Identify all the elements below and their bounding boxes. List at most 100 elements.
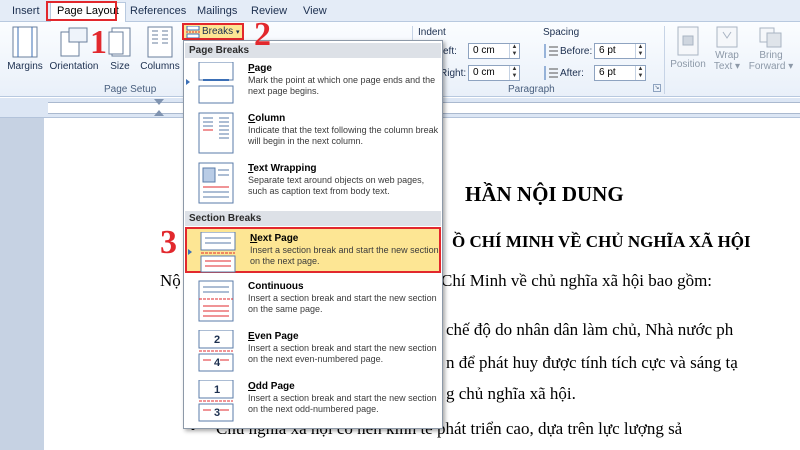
text-wrapping-icon bbox=[198, 162, 234, 204]
document-heading: HẦN NỘI DUNG bbox=[465, 182, 624, 206]
page-breaks-header: Page Breaks bbox=[185, 43, 441, 58]
bring-forward-label-1: Bring bbox=[759, 50, 783, 61]
document-line-1-start: Nộ bbox=[160, 271, 181, 290]
marker-icon bbox=[188, 249, 192, 255]
breaks-button[interactable]: Breaks ▾ bbox=[182, 23, 244, 40]
page-setup-group-label: Page Setup bbox=[104, 84, 157, 95]
orientation-icon bbox=[60, 27, 88, 57]
next-page-icon bbox=[200, 232, 236, 273]
menu-item-title: Column bbox=[248, 113, 286, 124]
menu-item-description: Insert a section break and start the new… bbox=[250, 245, 439, 266]
size-label: Size bbox=[110, 61, 130, 72]
chevron-down-icon: ▾ bbox=[236, 29, 240, 36]
indent-left-label: eft: bbox=[443, 46, 457, 57]
spinner-arrows-icon[interactable]: ▲ ▼ bbox=[635, 44, 645, 58]
step-number-2: 2 bbox=[254, 16, 271, 53]
wrap-text-button[interactable]: Wrap Text ▾ bbox=[710, 26, 744, 72]
ribbon-tab-bar: Insert Page Layout References Mailings R… bbox=[0, 0, 800, 22]
tab-view[interactable]: View bbox=[297, 3, 333, 21]
spacing-after-label: After: bbox=[560, 68, 584, 79]
tab-references[interactable]: References bbox=[124, 3, 192, 21]
margins-button[interactable]: Margins bbox=[6, 26, 44, 72]
wrap-text-label-2: Text bbox=[713, 61, 733, 72]
spinner-arrows-icon[interactable]: ▲ ▼ bbox=[635, 66, 645, 80]
spacing-before-icon bbox=[544, 44, 558, 58]
breaks-dropdown-menu: Page Breaks Page Mark the point at which… bbox=[183, 40, 443, 429]
menu-item-title: Odd Page bbox=[248, 381, 295, 392]
menu-item-title: Next Page bbox=[250, 233, 299, 244]
menu-item-column[interactable]: Column Indicate that the text following … bbox=[185, 109, 441, 157]
spinner-arrows-icon[interactable]: ▲ ▼ bbox=[509, 44, 519, 58]
step-number-3: 3 bbox=[160, 224, 177, 261]
menu-item-title: Continuous bbox=[248, 281, 304, 292]
columns-label: Columns bbox=[140, 61, 180, 72]
bring-forward-label-2: Forward bbox=[748, 61, 786, 72]
document-line-1: Chí Minh về chủ nghĩa xã hội bao gồm: bbox=[441, 271, 713, 290]
step-number-1: 1 bbox=[90, 24, 107, 61]
menu-item-title: Page bbox=[248, 63, 272, 74]
page-layout-highlight bbox=[46, 1, 117, 21]
size-icon bbox=[108, 27, 131, 57]
first-line-indent-marker-icon[interactable] bbox=[154, 99, 164, 105]
menu-item-description: Separate text around objects on web page… bbox=[248, 175, 425, 196]
document-subheading: Ồ CHÍ MINH VỀ CHỦ NGHĨA XÃ HỘI bbox=[452, 232, 751, 251]
svg-text:4: 4 bbox=[214, 357, 221, 369]
indent-left-value: 0 cm bbox=[473, 45, 495, 56]
wrap-text-label-1: Wrap bbox=[715, 50, 739, 61]
menu-item-title: Even Page bbox=[248, 331, 299, 342]
odd-page-icon: 1 3 bbox=[198, 380, 234, 422]
column-break-icon bbox=[198, 112, 234, 154]
columns-icon bbox=[147, 26, 173, 58]
menu-item-description: Insert a section break and start the new… bbox=[248, 343, 437, 364]
section-breaks-header: Section Breaks bbox=[185, 211, 441, 226]
spacing-before-label: Before: bbox=[560, 46, 593, 57]
svg-text:2: 2 bbox=[214, 334, 220, 346]
marker-icon bbox=[186, 79, 190, 85]
indent-label: Indent bbox=[418, 27, 446, 38]
size-button[interactable]: Size bbox=[104, 26, 136, 72]
bring-forward-button[interactable]: Bring Forward ▾ bbox=[746, 26, 796, 72]
tab-mailings[interactable]: Mailings bbox=[191, 3, 243, 21]
group-separator bbox=[664, 26, 665, 94]
position-button[interactable]: Position bbox=[668, 26, 708, 70]
menu-item-description: Mark the point at which one page ends an… bbox=[248, 75, 436, 96]
page-break-icon bbox=[198, 62, 234, 104]
spacing-after-value: 6 pt bbox=[599, 67, 616, 78]
menu-item-odd-page[interactable]: 1 3 Odd Page Insert a section break and … bbox=[185, 377, 441, 425]
menu-item-continuous[interactable]: Continuous Insert a section break and st… bbox=[185, 277, 441, 325]
tab-insert[interactable]: Insert bbox=[6, 3, 46, 21]
hanging-indent-marker-icon[interactable] bbox=[154, 110, 164, 116]
breaks-icon bbox=[186, 26, 200, 38]
indent-right-label: Right: bbox=[440, 68, 467, 79]
breaks-label: Breaks bbox=[202, 26, 234, 37]
position-icon bbox=[677, 26, 699, 56]
even-page-icon: 2 4 bbox=[198, 330, 234, 372]
spacing-label: Spacing bbox=[543, 27, 580, 38]
bring-forward-icon bbox=[759, 27, 782, 48]
spacing-before-field[interactable]: 6 pt ▲ ▼ bbox=[594, 43, 646, 59]
menu-item-next-page[interactable]: Next Page Insert a section break and sta… bbox=[185, 227, 441, 273]
spacing-after-field[interactable]: 6 pt ▲ ▼ bbox=[594, 65, 646, 81]
paragraph-group-label: Paragraph bbox=[508, 84, 555, 95]
menu-item-description: Insert a section break and start the new… bbox=[248, 293, 437, 314]
spacing-after-icon bbox=[544, 66, 558, 80]
indent-right-field[interactable]: 0 cm ▲ ▼ bbox=[468, 65, 520, 81]
menu-item-page[interactable]: Page Mark the point at which one page en… bbox=[185, 59, 441, 107]
document-line-4: g chủ nghĩa xã hội. bbox=[446, 384, 576, 403]
document-line-3: n để phát huy được tính tích cực và sáng… bbox=[446, 353, 738, 372]
document-line-2: chế độ do nhân dân làm chủ, Nhà nước ph bbox=[446, 320, 734, 339]
columns-button[interactable]: Columns bbox=[138, 26, 182, 72]
spinner-arrows-icon[interactable]: ▲ ▼ bbox=[509, 66, 519, 80]
paragraph-dialog-launcher-icon[interactable]: ↘ bbox=[653, 84, 661, 92]
orientation-label: Orientation bbox=[49, 61, 99, 72]
svg-text:3: 3 bbox=[214, 407, 220, 419]
menu-item-description: Indicate that the text following the col… bbox=[248, 125, 439, 146]
margins-label: Margins bbox=[7, 61, 43, 72]
menu-item-even-page[interactable]: 2 4 Even Page Insert a section break and… bbox=[185, 327, 441, 375]
indent-left-field[interactable]: 0 cm ▲ ▼ bbox=[468, 43, 520, 59]
wrap-text-icon bbox=[716, 26, 738, 48]
position-label: Position bbox=[670, 59, 706, 70]
menu-item-description: Insert a section break and start the new… bbox=[248, 393, 437, 414]
menu-item-text-wrapping[interactable]: Text Wrapping Separate text around objec… bbox=[185, 159, 441, 207]
continuous-icon bbox=[198, 280, 234, 322]
